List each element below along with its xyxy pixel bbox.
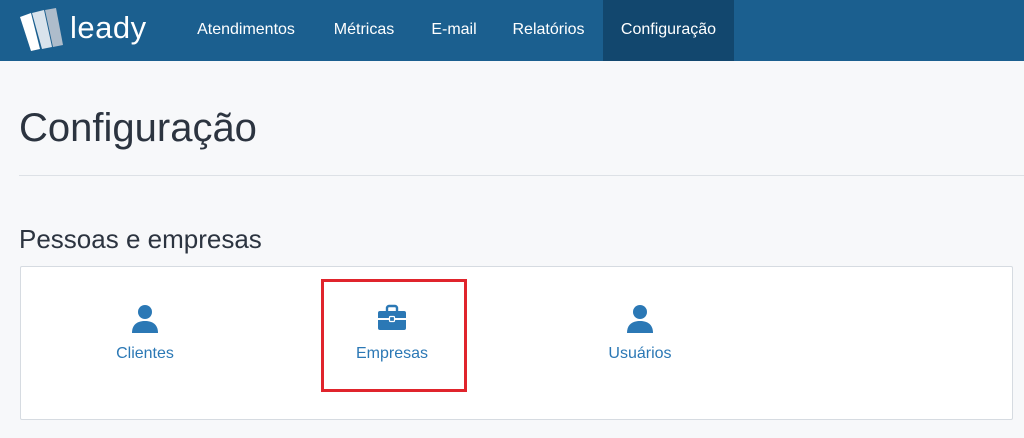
section-title-pessoas-empresas: Pessoas e empresas (19, 224, 262, 254)
nav-item-relatorios[interactable]: Relatórios (494, 0, 603, 61)
nav-item-atendimentos[interactable]: Atendimentos (178, 0, 314, 61)
title-divider (19, 175, 1024, 176)
tile-label-clientes: Clientes (116, 345, 174, 362)
tile-usuarios[interactable]: Usuários (560, 267, 720, 421)
nav-item-metricas[interactable]: Métricas (314, 0, 414, 61)
tile-label-empresas: Empresas (355, 345, 429, 362)
top-navbar: leady Atendimentos Métricas E-mail Relat… (0, 0, 1024, 61)
settings-panel: Clientes Empresas Usuários (20, 266, 1013, 420)
nav-item-email[interactable]: E-mail (414, 0, 494, 61)
tile-clientes[interactable]: Clientes (65, 267, 225, 421)
nav-item-configuracao[interactable]: Configuração (603, 0, 734, 61)
tile-empresas[interactable]: Empresas (312, 267, 472, 421)
leady-logo-icon (20, 8, 63, 51)
brand[interactable]: leady (18, 7, 147, 53)
user-icon (132, 305, 158, 333)
briefcase-icon (378, 304, 406, 330)
page-title: Configuração (19, 106, 257, 150)
brand-name: leady (70, 10, 147, 45)
user-icon (627, 305, 653, 333)
tile-label-usuarios: Usuários (608, 345, 672, 362)
